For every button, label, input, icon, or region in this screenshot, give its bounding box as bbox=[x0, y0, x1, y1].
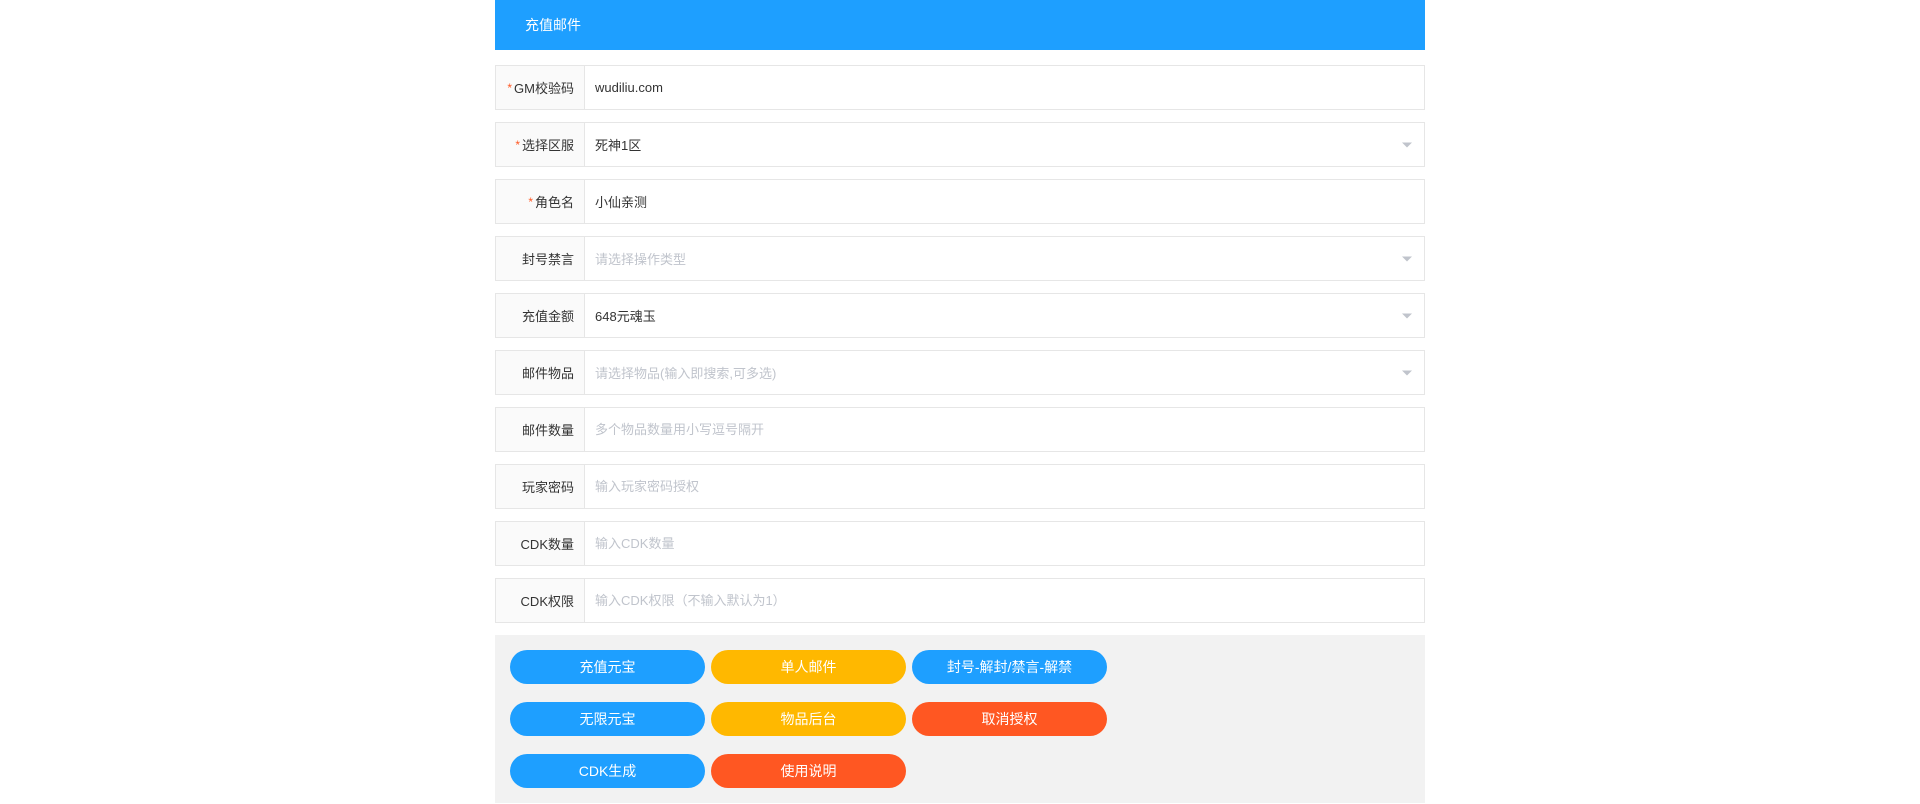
label-role-name: * 角色名 bbox=[496, 180, 585, 223]
label-ban: 封号禁言 bbox=[496, 237, 585, 280]
label-server: * 选择区服 bbox=[496, 123, 585, 166]
label-mail-items: 邮件物品 bbox=[496, 351, 585, 394]
cancel-auth-button[interactable]: 取消授权 bbox=[912, 702, 1107, 736]
label-text: 充值金额 bbox=[522, 306, 574, 325]
row-cdk-qty: CDK数量 bbox=[495, 521, 1425, 566]
label-cdk-perm: CDK权限 bbox=[496, 579, 585, 622]
row-role-name: * 角色名 bbox=[495, 179, 1425, 224]
mail-qty-input[interactable] bbox=[585, 410, 1424, 449]
label-text: CDK数量 bbox=[521, 534, 574, 553]
chevron-down-icon bbox=[1402, 370, 1412, 375]
mail-items-placeholder: 请选择物品(输入即搜索,可多选) bbox=[595, 363, 776, 382]
ban-unban-button[interactable]: 封号-解封/禁言-解禁 bbox=[912, 650, 1107, 684]
button-row-2: 无限元宝 物品后台 取消授权 bbox=[510, 702, 1410, 736]
label-text: 角色名 bbox=[535, 192, 574, 211]
header-title: 充值邮件 bbox=[525, 17, 581, 33]
label-text: GM校验码 bbox=[514, 78, 574, 97]
row-ban: 封号禁言 请选择操作类型 bbox=[495, 236, 1425, 281]
recharge-select[interactable]: 648元魂玉 bbox=[585, 294, 1424, 337]
label-text: 邮件物品 bbox=[522, 363, 574, 382]
row-server: * 选择区服 死神1区 bbox=[495, 122, 1425, 167]
instructions-button[interactable]: 使用说明 bbox=[711, 754, 906, 788]
label-text: 选择区服 bbox=[522, 135, 574, 154]
required-mark: * bbox=[507, 81, 512, 95]
row-mail-qty: 邮件数量 bbox=[495, 407, 1425, 452]
button-section: 充值元宝 单人邮件 封号-解封/禁言-解禁 无限元宝 物品后台 取消授权 CDK… bbox=[495, 635, 1425, 803]
label-text: CDK权限 bbox=[521, 591, 574, 610]
server-select[interactable]: 死神1区 bbox=[585, 123, 1424, 166]
row-gm-code: * GM校验码 bbox=[495, 65, 1425, 110]
row-player-pwd: 玩家密码 bbox=[495, 464, 1425, 509]
label-text: 玩家密码 bbox=[522, 477, 574, 496]
label-recharge: 充值金额 bbox=[496, 294, 585, 337]
unlimited-yuanbao-button[interactable]: 无限元宝 bbox=[510, 702, 705, 736]
label-cdk-qty: CDK数量 bbox=[496, 522, 585, 565]
row-cdk-perm: CDK权限 bbox=[495, 578, 1425, 623]
gm-code-input[interactable] bbox=[585, 68, 1424, 107]
player-pwd-input[interactable] bbox=[585, 467, 1424, 506]
label-text: 邮件数量 bbox=[522, 420, 574, 439]
recharge-value: 648元魂玉 bbox=[595, 306, 656, 325]
label-mail-qty: 邮件数量 bbox=[496, 408, 585, 451]
label-player-pwd: 玩家密码 bbox=[496, 465, 585, 508]
required-mark: * bbox=[528, 195, 533, 209]
cdk-perm-input[interactable] bbox=[585, 581, 1424, 620]
mail-items-select[interactable]: 请选择物品(输入即搜索,可多选) bbox=[585, 351, 1424, 394]
ban-placeholder: 请选择操作类型 bbox=[595, 249, 686, 268]
row-recharge: 充值金额 648元魂玉 bbox=[495, 293, 1425, 338]
row-mail-items: 邮件物品 请选择物品(输入即搜索,可多选) bbox=[495, 350, 1425, 395]
role-name-input[interactable] bbox=[585, 182, 1424, 221]
label-text: 封号禁言 bbox=[522, 249, 574, 268]
button-row-3: CDK生成 使用说明 bbox=[510, 754, 1410, 788]
cdk-gen-button[interactable]: CDK生成 bbox=[510, 754, 705, 788]
cdk-qty-input[interactable] bbox=[585, 524, 1424, 563]
required-mark: * bbox=[515, 138, 520, 152]
ban-select[interactable]: 请选择操作类型 bbox=[585, 237, 1424, 280]
item-backend-button[interactable]: 物品后台 bbox=[711, 702, 906, 736]
header: 充值邮件 bbox=[495, 0, 1425, 50]
server-value: 死神1区 bbox=[595, 135, 641, 154]
chevron-down-icon bbox=[1402, 256, 1412, 261]
chevron-down-icon bbox=[1402, 142, 1412, 147]
label-gm-code: * GM校验码 bbox=[496, 66, 585, 109]
button-row-1: 充值元宝 单人邮件 封号-解封/禁言-解禁 bbox=[510, 650, 1410, 684]
single-mail-button[interactable]: 单人邮件 bbox=[711, 650, 906, 684]
recharge-yuanbao-button[interactable]: 充值元宝 bbox=[510, 650, 705, 684]
chevron-down-icon bbox=[1402, 313, 1412, 318]
